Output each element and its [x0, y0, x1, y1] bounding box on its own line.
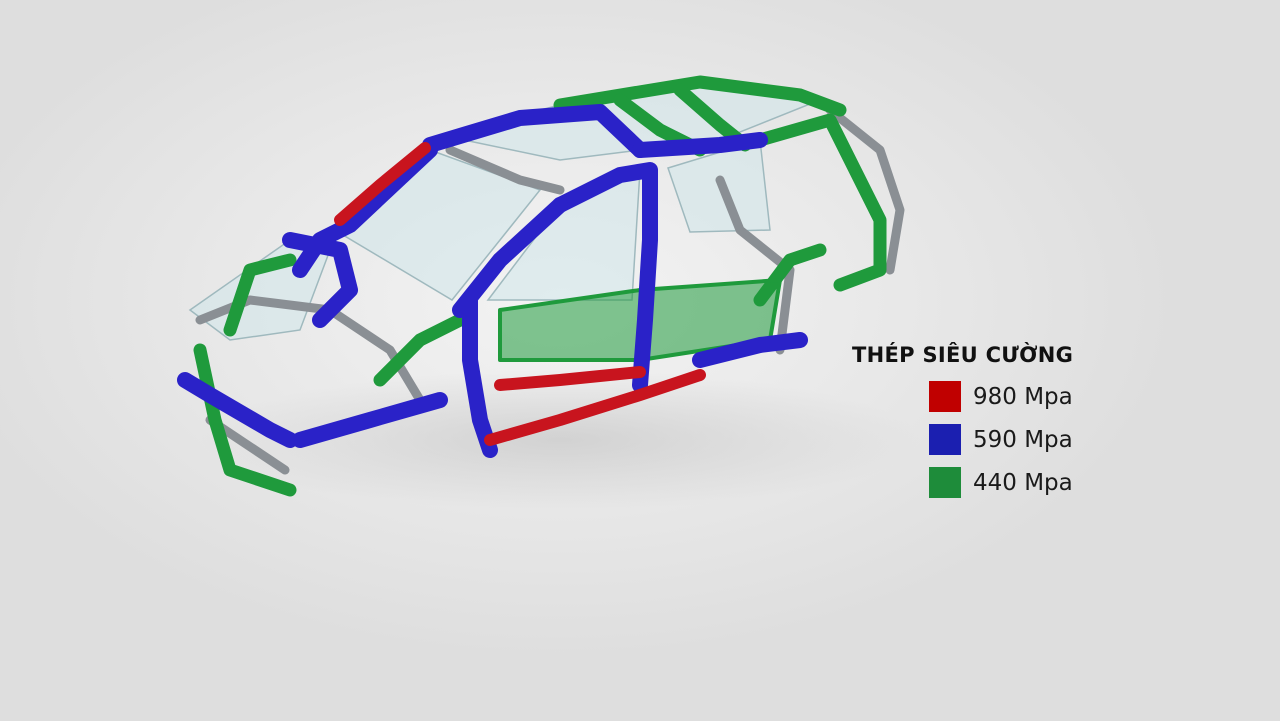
legend-label-980: 980 Mpa — [973, 383, 1073, 410]
legend-item-590: 590 Mpa — [852, 418, 1092, 461]
legend-item-980: 980 Mpa — [852, 375, 1092, 418]
legend-swatch-440 — [929, 467, 961, 498]
c-pillar — [632, 132, 768, 158]
legend-label-590: 590 Mpa — [973, 426, 1073, 453]
legend-swatch-980 — [929, 381, 961, 412]
legend-item-440: 440 Mpa — [852, 461, 1092, 504]
legend-title: THÉP SIÊU CƯỜNG — [852, 343, 1074, 367]
legend-label-440: 440 Mpa — [973, 469, 1073, 496]
steel-strength-legend: THÉP SIÊU CƯỜNG 980 Mpa 590 Mpa 440 Mpa — [852, 343, 1092, 504]
legend-swatch-590 — [929, 424, 961, 455]
